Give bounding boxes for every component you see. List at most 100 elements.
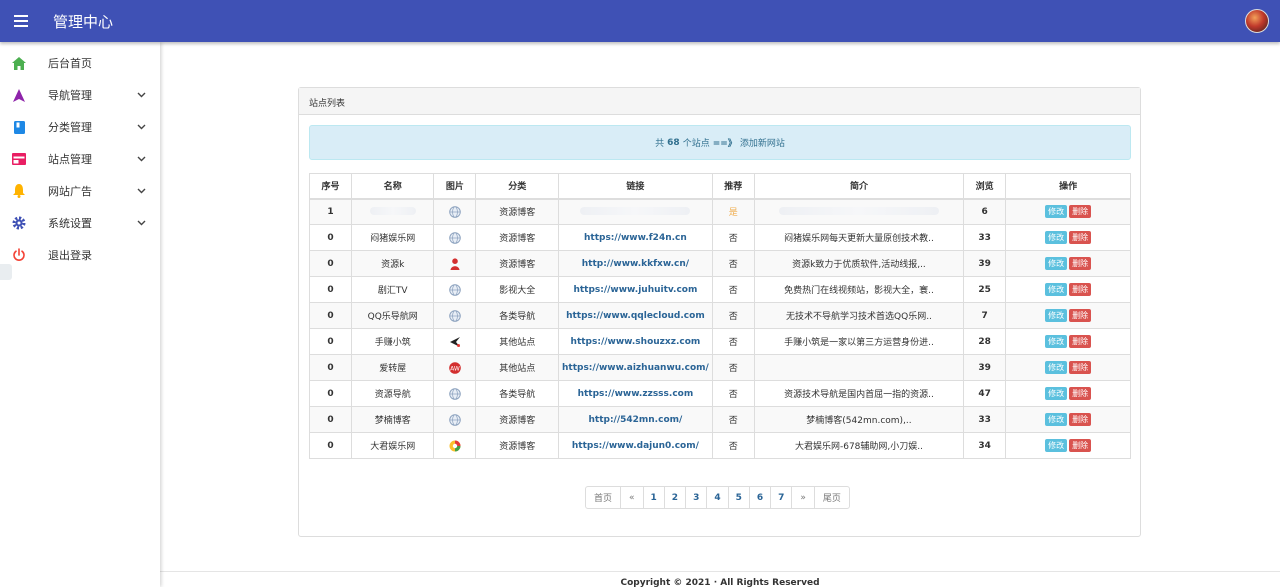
site-url[interactable]: https://www.f24n.cn xyxy=(584,233,687,243)
sidebar-item-2[interactable]: 分类管理 xyxy=(0,111,160,143)
pagination: 首页 «1 2 3 4 5 6 7» 尾页 xyxy=(585,486,850,509)
site-url[interactable]: https://www.juhuitv.com xyxy=(573,285,697,295)
add-site-link[interactable]: 添加新网站 xyxy=(740,136,785,149)
globe-icon xyxy=(449,387,461,400)
page-last-button[interactable]: 尾页 xyxy=(815,487,849,508)
delete-button[interactable]: 删除 xyxy=(1069,439,1092,452)
cell-image xyxy=(433,380,477,407)
delete-button[interactable]: 删除 xyxy=(1069,309,1092,322)
window-icon xyxy=(11,151,27,167)
cell-views: 39 xyxy=(963,250,1007,277)
site-name: 梦楠博客 xyxy=(374,416,411,426)
navigation-arrow-icon xyxy=(11,87,27,103)
sidebar-item-label: 分类管理 xyxy=(48,121,92,134)
delete-button[interactable]: 删除 xyxy=(1069,283,1092,296)
sidebar-item-5[interactable]: 系统设置 xyxy=(0,207,160,239)
cell-url: https://www.shouzxz.com xyxy=(558,328,713,355)
page-number-button[interactable]: 5 xyxy=(729,487,750,508)
cell-actions: 修改 删除 xyxy=(1005,250,1131,277)
chevron-down-icon xyxy=(137,186,146,197)
site-count: 68 xyxy=(667,137,680,148)
sidebar-item-label: 网站广告 xyxy=(48,185,92,198)
cell-intro: 梦楠博客(542mn.com),.. xyxy=(753,406,965,433)
delete-button[interactable]: 删除 xyxy=(1069,335,1092,348)
count-suffix: 个站点 xyxy=(682,139,710,149)
cell-index: 1 xyxy=(309,198,352,225)
table-header-row: 序号 名称 图片 分类 链接 推荐 简介 浏览 操作 xyxy=(309,173,1131,200)
cell-recommend: 否 xyxy=(711,432,755,459)
page-number-button[interactable]: 6 xyxy=(750,487,772,508)
delete-button[interactable]: 删除 xyxy=(1069,361,1092,374)
sidebar-item-0[interactable]: 后台首页 xyxy=(0,47,160,79)
sidebar-item-6[interactable]: 退出登录 xyxy=(0,239,160,271)
edit-button[interactable]: 修改 xyxy=(1045,283,1068,296)
table-row: 0 大君娱乐网 资源博客 https://www.dajun0.com/否 大君娱乐网-… xyxy=(309,432,1131,459)
panel-title: 站点列表 xyxy=(299,88,1140,115)
cell-actions: 修改 删除 xyxy=(1005,328,1131,355)
cell-url: https://www.juhuitv.com xyxy=(558,276,713,303)
cell-name: 手赚小筑 xyxy=(350,328,435,355)
page-number-button[interactable]: 1 xyxy=(644,487,665,508)
column-header: 图片 xyxy=(433,173,477,200)
site-url[interactable]: https://www.zzsss.com xyxy=(578,389,694,399)
menu-toggle-button[interactable] xyxy=(0,0,42,42)
edit-button[interactable]: 修改 xyxy=(1045,231,1068,244)
delete-button[interactable]: 删除 xyxy=(1069,231,1092,244)
page-first-button[interactable]: 首页 xyxy=(586,487,622,508)
page-prev-button[interactable]: « xyxy=(621,487,644,508)
delete-button[interactable]: 删除 xyxy=(1069,387,1092,400)
sidebar-item-3[interactable]: 站点管理 xyxy=(0,143,160,175)
redacted-url xyxy=(580,207,691,216)
page-number-button[interactable]: 4 xyxy=(707,487,729,508)
site-name: 手赚小筑 xyxy=(374,338,411,348)
app-title: 管理中心 xyxy=(53,12,114,31)
delete-button[interactable]: 删除 xyxy=(1069,205,1092,219)
site-url[interactable]: https://www.qqlecloud.com xyxy=(566,311,705,321)
page-number-button[interactable]: 2 xyxy=(665,487,687,508)
edit-button[interactable]: 修改 xyxy=(1045,413,1068,426)
site-url[interactable]: https://www.shouzxz.com xyxy=(571,337,701,347)
chevron-down-icon xyxy=(137,90,146,101)
edit-button[interactable]: 修改 xyxy=(1045,361,1068,374)
cell-intro: 闷猪娱乐网每天更新大量原创技术教.. xyxy=(753,224,965,251)
edit-button[interactable]: 修改 xyxy=(1045,205,1068,219)
edit-button[interactable]: 修改 xyxy=(1045,257,1068,270)
table-row: 0 QQ乐导航网 各类导航 https://www.qqlecloud.com 否 无技术… xyxy=(309,302,1131,329)
cell-views: 28 xyxy=(963,328,1007,355)
delete-button[interactable]: 删除 xyxy=(1069,413,1092,426)
site-url[interactable]: https://www.aizhuanwu.com/ xyxy=(562,363,709,373)
cell-name: QQ乐导航网 xyxy=(350,302,435,329)
sidebar-item-4[interactable]: 网站广告 xyxy=(0,175,160,207)
site-intro: 手赚小筑是一家以第三方运营身份进.. xyxy=(784,338,934,348)
edit-button[interactable]: 修改 xyxy=(1045,335,1068,348)
cell-recommend: 否 xyxy=(711,224,755,251)
table-row: 0 爱转屋 AW 其他站点 https://www.aizhuanwu.com/否 39 修… xyxy=(309,354,1131,381)
cell-image xyxy=(433,406,477,433)
page-number-button[interactable]: 3 xyxy=(686,487,708,508)
cell-actions: 修改 删除 xyxy=(1005,406,1131,433)
cell-views: 34 xyxy=(963,432,1007,459)
edit-button[interactable]: 修改 xyxy=(1045,309,1068,322)
edit-button[interactable]: 修改 xyxy=(1045,439,1068,452)
cell-category: 资源博客 xyxy=(475,432,559,459)
svg-text:AW: AW xyxy=(450,365,460,372)
sidebar-collapse-handle[interactable] xyxy=(0,264,12,280)
cell-name: 梦楠博客 xyxy=(350,406,435,433)
cell-actions: 修改 删除 xyxy=(1005,432,1131,459)
user-avatar[interactable] xyxy=(1245,9,1269,33)
cell-name xyxy=(350,198,435,225)
site-url[interactable]: http://www.kkfxw.cn/ xyxy=(582,259,689,269)
cell-name: 闷猪娱乐网 xyxy=(350,224,435,251)
site-list-panel: 站点列表 共 68 个站点 ==》 添加新网站 序号 名称 图片 分类 链接 推荐 简介 浏览… xyxy=(298,87,1141,537)
cell-url xyxy=(558,198,713,225)
edit-button[interactable]: 修改 xyxy=(1045,387,1068,400)
page-next-button[interactable]: » xyxy=(792,487,815,508)
table-row: 0 梦楠博客 资源博客 http://542mn.com/否 梦楠博客(542mn.co… xyxy=(309,406,1131,433)
site-url[interactable]: http://542mn.com/ xyxy=(588,415,682,425)
site-url[interactable]: https://www.dajun0.com/ xyxy=(572,441,699,451)
cell-image xyxy=(433,328,477,355)
sidebar-item-1[interactable]: 导航管理 xyxy=(0,79,160,111)
cell-actions: 修改 删除 xyxy=(1005,224,1131,251)
delete-button[interactable]: 删除 xyxy=(1069,257,1092,270)
page-number-button[interactable]: 7 xyxy=(771,487,793,508)
